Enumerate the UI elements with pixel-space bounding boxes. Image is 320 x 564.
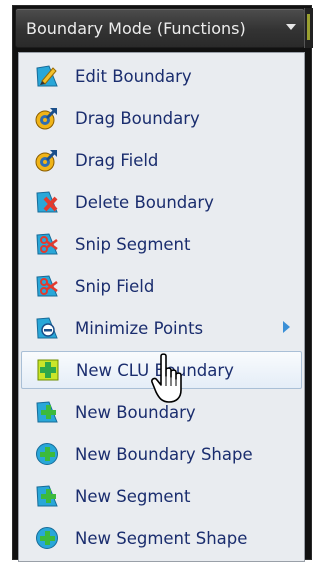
menu-item-snip-field[interactable]: Snip Field (21, 267, 302, 305)
boundary-mode-dropdown[interactable]: Boundary Mode (Functions) (15, 8, 305, 48)
menu-item-label: Edit Boundary (75, 66, 192, 86)
adjacent-toolbar-edge (304, 8, 313, 48)
menu-item-label: New Segment Shape (75, 528, 248, 548)
menu-item-label: Minimize Points (75, 318, 204, 338)
menu-item-label: Snip Segment (75, 234, 191, 254)
menu-item-label: Delete Boundary (75, 192, 214, 212)
menu-item-drag-field[interactable]: Drag Field (21, 141, 302, 179)
boundary-mode-label: Boundary Mode (Functions) (26, 18, 246, 38)
snip-field-icon (35, 274, 59, 298)
menu-item-label: New Segment (75, 486, 191, 506)
menu-item-new-boundary-shape[interactable]: New Boundary Shape (21, 435, 302, 473)
menu-item-edit-boundary[interactable]: Edit Boundary (21, 57, 302, 95)
menu-item-label: New Boundary Shape (75, 444, 253, 464)
menu-item-snip-segment[interactable]: Snip Segment (21, 225, 302, 263)
hand-pointer-cursor-icon (150, 352, 190, 408)
menu-item-drag-boundary[interactable]: Drag Boundary (21, 99, 302, 137)
drag-boundary-icon (35, 106, 59, 130)
minimize-points-icon (35, 316, 59, 340)
delete-boundary-icon (35, 190, 59, 214)
new-clu-boundary-icon (36, 358, 60, 382)
drag-field-icon (35, 148, 59, 172)
menu-item-label: Drag Boundary (75, 108, 200, 128)
new-boundary-icon (35, 400, 59, 424)
edit-boundary-icon (35, 64, 59, 88)
menu-item-new-segment-shape[interactable]: New Segment Shape (21, 519, 302, 557)
menu-item-minimize-points[interactable]: Minimize Points (21, 309, 302, 347)
submenu-arrow-icon (283, 321, 290, 333)
snip-segment-icon (35, 232, 59, 256)
boundary-functions-menu: Edit Boundary Drag Boundary Drag Field D… (18, 52, 305, 562)
menu-item-label: Snip Field (75, 276, 155, 296)
menu-item-delete-boundary[interactable]: Delete Boundary (21, 183, 302, 221)
chevron-down-icon (286, 24, 296, 30)
menu-item-label: Drag Field (75, 150, 159, 170)
menu-item-new-segment[interactable]: New Segment (21, 477, 302, 515)
new-boundary-shape-icon (35, 442, 59, 466)
new-segment-icon (35, 484, 59, 508)
new-segment-shape-icon (35, 526, 59, 550)
